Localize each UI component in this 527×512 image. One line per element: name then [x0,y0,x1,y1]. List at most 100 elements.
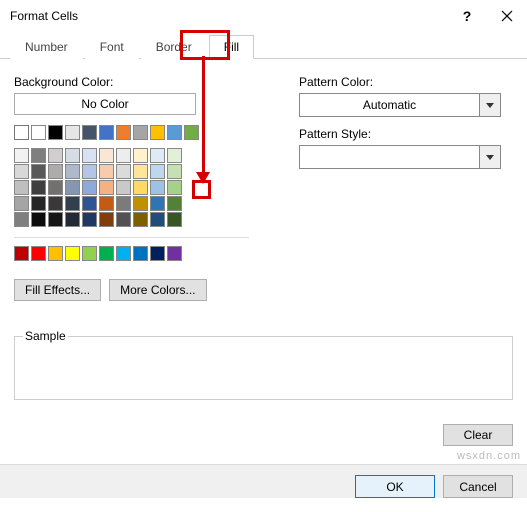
pattern-style-select[interactable] [299,145,501,169]
color-swatch[interactable] [167,246,182,261]
color-swatch[interactable] [48,246,63,261]
color-swatch[interactable] [48,180,63,195]
color-swatch[interactable] [14,148,29,163]
background-color-label: Background Color: [14,75,249,89]
color-swatch[interactable] [150,148,165,163]
window-title: Format Cells [10,9,447,23]
color-swatch[interactable] [14,164,29,179]
color-swatch[interactable] [65,148,80,163]
pattern-style-label: Pattern Style: [299,127,513,141]
color-swatch[interactable] [31,246,46,261]
tab-bar: Number Font Border Fill [0,30,527,59]
color-swatch[interactable] [48,125,63,140]
color-swatch[interactable] [116,164,131,179]
color-swatch[interactable] [116,148,131,163]
color-swatch[interactable] [133,125,148,140]
color-swatch[interactable] [65,125,80,140]
close-button[interactable] [487,0,527,32]
color-swatch[interactable] [133,180,148,195]
color-swatch[interactable] [48,212,63,227]
color-swatch[interactable] [31,180,46,195]
color-swatch[interactable] [116,180,131,195]
color-swatch[interactable] [82,125,97,140]
color-swatch[interactable] [48,196,63,211]
color-swatch[interactable] [65,180,80,195]
cancel-button[interactable]: Cancel [443,475,513,498]
color-swatch[interactable] [48,164,63,179]
pattern-style-value [300,146,479,168]
fill-effects-button[interactable]: Fill Effects... [14,279,101,301]
color-swatch[interactable] [99,164,114,179]
chevron-down-icon [479,146,500,168]
color-swatch[interactable] [116,196,131,211]
color-swatch[interactable] [133,212,148,227]
color-swatch[interactable] [167,164,182,179]
color-swatch[interactable] [82,212,97,227]
color-swatch[interactable] [82,164,97,179]
help-button[interactable]: ? [447,0,487,32]
color-swatch[interactable] [150,180,165,195]
tab-fill[interactable]: Fill [209,35,254,59]
color-swatch[interactable] [99,180,114,195]
pattern-color-label: Pattern Color: [299,75,513,89]
close-icon [501,10,513,22]
no-color-swatch[interactable] [14,125,29,140]
color-swatch[interactable] [82,148,97,163]
color-swatch[interactable] [99,246,114,261]
color-swatch[interactable] [65,164,80,179]
color-swatch[interactable] [31,196,46,211]
color-swatch[interactable] [150,212,165,227]
sample-preview: Sample [14,336,513,400]
more-colors-button[interactable]: More Colors... [109,279,206,301]
color-swatch[interactable] [99,125,114,140]
color-swatch[interactable] [167,125,182,140]
color-swatch[interactable] [31,148,46,163]
color-swatch[interactable] [150,125,165,140]
no-color-label: No Color [81,97,128,111]
color-swatch[interactable] [116,125,131,140]
color-swatch[interactable] [133,196,148,211]
color-swatch[interactable] [65,212,80,227]
color-swatch[interactable] [14,212,29,227]
color-swatch[interactable] [99,196,114,211]
color-swatch[interactable] [116,212,131,227]
tab-border[interactable]: Border [141,35,207,59]
color-swatch[interactable] [65,246,80,261]
color-swatch[interactable] [14,180,29,195]
color-swatch[interactable] [167,196,182,211]
color-swatch[interactable] [116,246,131,261]
color-swatch[interactable] [82,196,97,211]
color-swatch[interactable] [31,212,46,227]
color-swatch[interactable] [14,246,29,261]
theme-color-palette [14,121,249,238]
pattern-color-value: Automatic [300,94,479,116]
standard-color-palette [14,242,249,265]
color-swatch[interactable] [99,212,114,227]
color-swatch[interactable] [65,196,80,211]
color-swatch[interactable] [150,246,165,261]
color-swatch[interactable] [82,180,97,195]
color-swatch[interactable] [133,246,148,261]
color-swatch[interactable] [150,164,165,179]
color-swatch[interactable] [167,180,182,195]
color-swatch[interactable] [150,196,165,211]
color-swatch[interactable] [167,212,182,227]
color-swatch[interactable] [48,148,63,163]
color-swatch[interactable] [184,125,199,140]
color-swatch[interactable] [133,148,148,163]
pattern-color-select[interactable]: Automatic [299,93,501,117]
sample-label: Sample [23,329,68,343]
watermark: wsxdn.com [457,450,521,462]
color-swatch[interactable] [31,164,46,179]
color-swatch[interactable] [167,148,182,163]
no-color-button[interactable]: No Color [14,93,196,115]
color-swatch[interactable] [82,246,97,261]
color-swatch[interactable] [14,196,29,211]
tab-font[interactable]: Font [85,35,139,59]
color-swatch[interactable] [31,125,46,140]
color-swatch[interactable] [99,148,114,163]
ok-button[interactable]: OK [355,475,435,498]
tab-number[interactable]: Number [10,35,83,59]
color-swatch[interactable] [133,164,148,179]
clear-button[interactable]: Clear [443,424,513,446]
